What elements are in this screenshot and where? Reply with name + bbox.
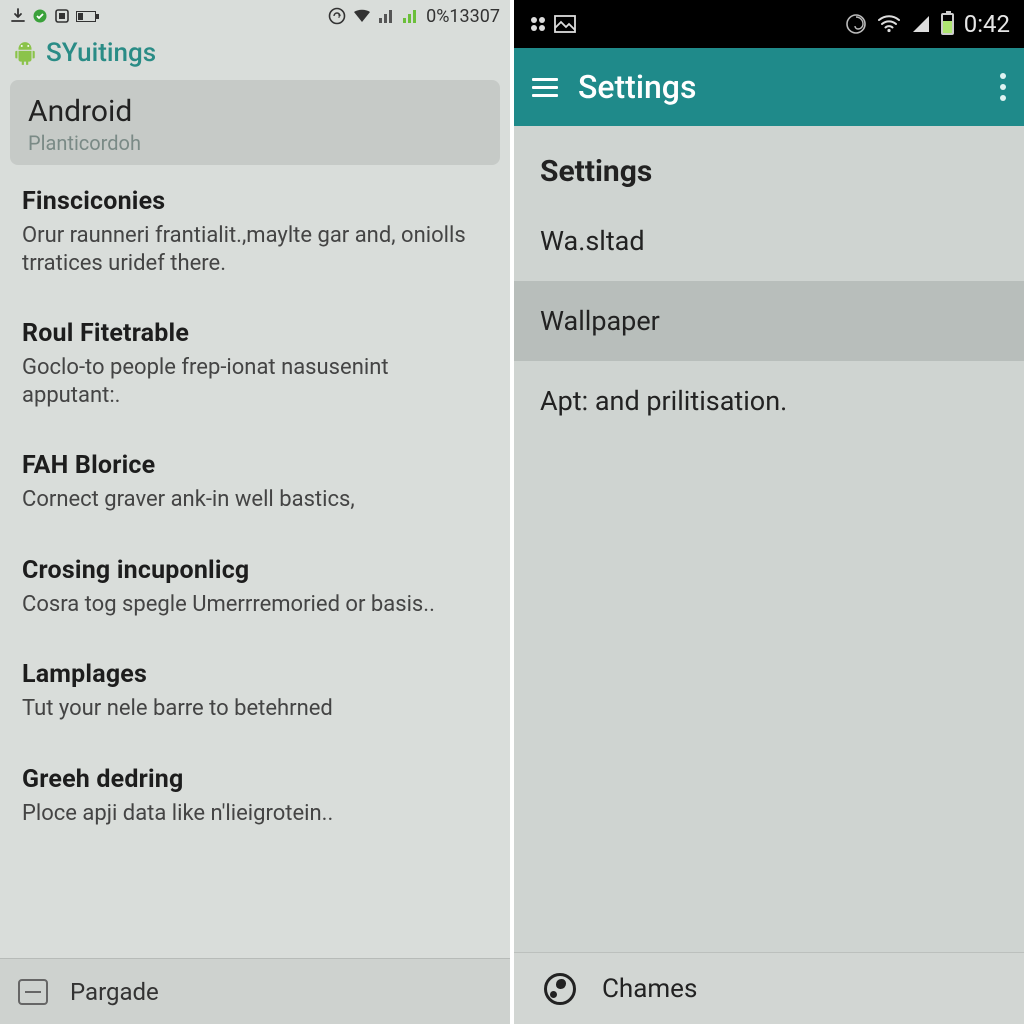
list-item[interactable]: Apt: and prilitisation. bbox=[514, 361, 1024, 441]
bottom-bar[interactable]: Pargade bbox=[0, 958, 510, 1024]
list-item-wallpaper[interactable]: Wallpaper bbox=[514, 281, 1024, 361]
battery-icon bbox=[941, 13, 954, 35]
list-item-title: Roul Fitetrable bbox=[22, 319, 488, 348]
bottom-bar-label: Chames bbox=[602, 974, 697, 1004]
menu-icon[interactable] bbox=[532, 78, 558, 97]
picture-icon bbox=[554, 15, 576, 33]
list-item[interactable]: FAH Blorice Cornect graver ank-in well b… bbox=[22, 429, 488, 534]
list-item-title: Lamplages bbox=[22, 660, 488, 689]
battery-icon bbox=[76, 11, 96, 22]
list-item[interactable]: Wa.sltad bbox=[514, 201, 1024, 281]
list-item[interactable]: Lamplages Tut your nele barre to betehrn… bbox=[22, 638, 488, 743]
list-item-desc: Cornect graver ank-in well bastics, bbox=[22, 486, 488, 514]
status-bar: 0%13307 bbox=[0, 0, 510, 32]
status-left-icons bbox=[10, 8, 96, 24]
header-card[interactable]: Android Planticordoh bbox=[10, 80, 500, 165]
list-item-title: FAH Blorice bbox=[22, 451, 488, 480]
overflow-menu-icon[interactable] bbox=[1000, 73, 1006, 101]
header-card-subtitle: Planticordoh bbox=[28, 131, 482, 155]
spiral-icon bbox=[845, 13, 867, 35]
settings-list: Wa.sltad Wallpaper Apt: and prilitisatio… bbox=[514, 201, 1024, 441]
app-title-bar: SYuitings bbox=[0, 32, 510, 80]
signal-green-icon bbox=[402, 8, 420, 24]
status-right-icons: 0%13307 bbox=[328, 6, 500, 27]
download-icon bbox=[10, 8, 26, 24]
status-bar: 0:42 bbox=[514, 0, 1024, 48]
app-square-icon bbox=[54, 8, 70, 24]
list-item-title: Crosing incuponlicg bbox=[22, 556, 488, 585]
signal-icon bbox=[911, 15, 931, 33]
list-item-desc: Orur raunneri frantialit.,maylte gar and… bbox=[22, 222, 488, 277]
list-item[interactable]: Crosing incuponlicg Cosra tog spegle Ume… bbox=[22, 534, 488, 639]
app-title: Settings bbox=[578, 68, 696, 106]
list-item[interactable]: Roul Fitetrable Goclo-to people frep-ion… bbox=[22, 297, 488, 429]
list-item-desc: Ploce apji data like n'lieigrotein.. bbox=[22, 800, 488, 828]
header-card-title: Android bbox=[28, 94, 482, 129]
list-item-desc: Tut your nele barre to betehrned bbox=[22, 695, 488, 723]
phone-left: 0%13307 SYuitings Android Planticordoh F… bbox=[0, 0, 514, 1024]
list-item-title: Finsciconies bbox=[22, 187, 488, 216]
signal-icon bbox=[378, 8, 396, 24]
list-item-label: Wallpaper bbox=[540, 305, 660, 337]
check-circle-icon bbox=[32, 8, 48, 24]
status-time: 0:42 bbox=[964, 10, 1010, 38]
list-item[interactable]: Greeh dedring Ploce apji data like n'lie… bbox=[22, 743, 488, 848]
card-icon bbox=[18, 979, 48, 1005]
wifi-icon bbox=[877, 15, 901, 33]
settings-list: Finsciconies Orur raunneri frantialit.,m… bbox=[0, 165, 510, 847]
section-label: Settings bbox=[514, 126, 1024, 201]
status-right-icons: 0:42 bbox=[845, 10, 1010, 38]
android-icon bbox=[12, 40, 38, 66]
bottom-bar[interactable]: Chames bbox=[514, 952, 1024, 1024]
list-item-label: Wa.sltad bbox=[540, 225, 645, 257]
status-left-icons bbox=[528, 14, 576, 34]
bottom-bar-label: Pargade bbox=[70, 978, 159, 1006]
app-title: SYuitings bbox=[46, 38, 156, 68]
status-battery-text: 0%13307 bbox=[426, 6, 500, 27]
list-item[interactable]: Finsciconies Orur raunneri frantialit.,m… bbox=[22, 165, 488, 297]
list-item-desc: Goclo-to people frep-ionat nasusenint ap… bbox=[22, 354, 488, 409]
clover-icon bbox=[528, 14, 548, 34]
list-item-desc: Cosra tog spegle Umerrremoried or basis.… bbox=[22, 591, 488, 619]
list-item-label: Apt: and prilitisation. bbox=[540, 385, 787, 417]
list-item-title: Greeh dedring bbox=[22, 765, 488, 794]
wifi-icon bbox=[352, 8, 372, 24]
sync-circle-icon bbox=[328, 7, 346, 25]
app-title-bar: Settings bbox=[514, 48, 1024, 126]
phone-right: 0:42 Settings Settings Wa.sltad Wallpape… bbox=[514, 0, 1024, 1024]
globe-icon bbox=[544, 973, 576, 1005]
